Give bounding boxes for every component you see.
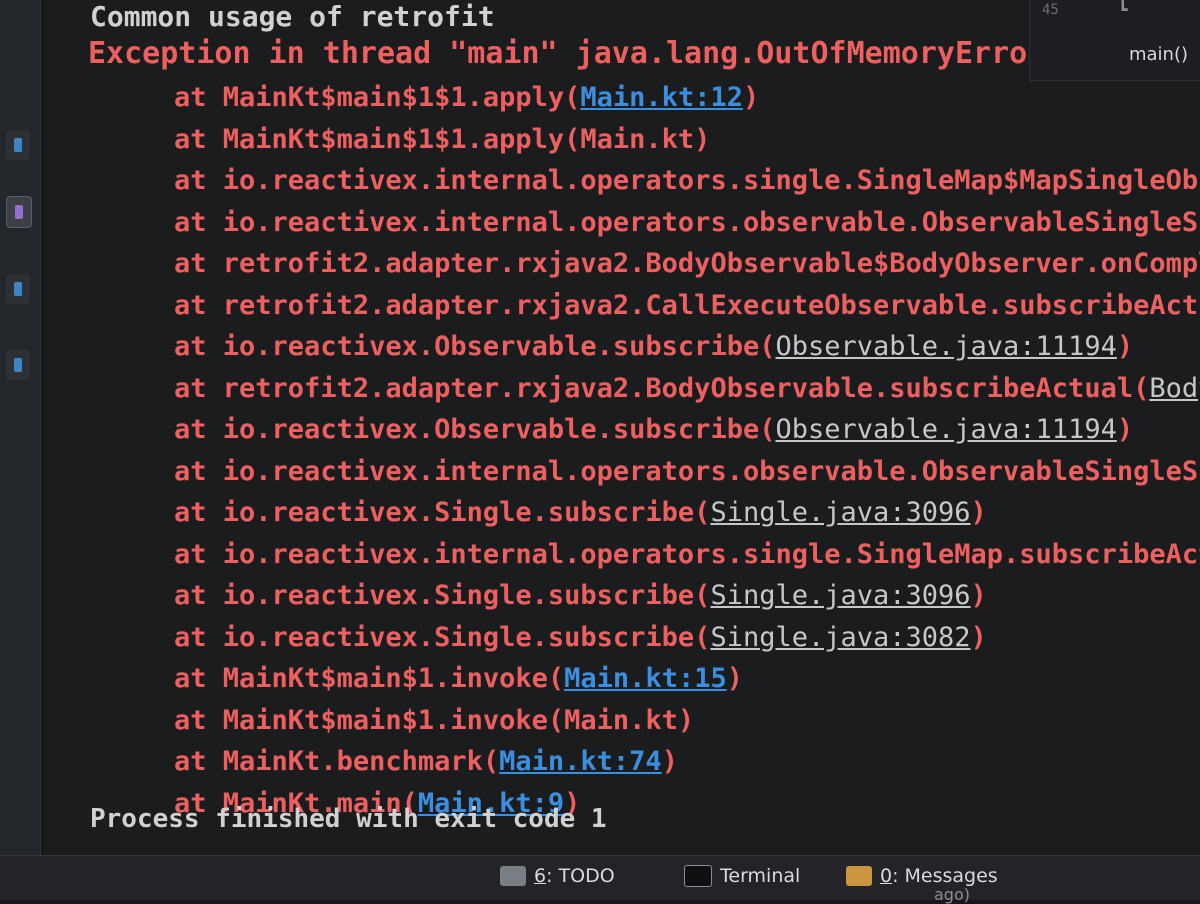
frame-text: MainKt$main$1.invoke(Main.kt): [222, 704, 695, 736]
frame-text: io.reactivex.Single.subscribe(: [222, 621, 711, 653]
frame-text: io.reactivex.Single.subscribe(: [222, 497, 711, 528]
at-keyword: at: [174, 455, 207, 487]
frame-text: io.reactivex.internal.operators.observab…: [222, 206, 1200, 238]
frame-text: io.reactivex.internal.operators.single.S…: [222, 165, 1200, 196]
frame-text: io.reactivex.Single.subscribe(: [222, 580, 711, 611]
library-source-link[interactable]: Observable.java:11194: [775, 331, 1116, 362]
stack-frame: at io.reactivex.internal.operators.singl…: [174, 539, 1200, 570]
frame-text: io.reactivex.internal.operators.observab…: [222, 455, 1200, 487]
tool-icon: [15, 205, 23, 219]
library-source-link[interactable]: Observable.java:11194: [775, 414, 1116, 445]
tool-icon: [14, 282, 22, 296]
stack-frame: at MainKt$main$1.invoke(Main.kt:15): [174, 663, 743, 694]
todo-hotkey: 6: [534, 865, 547, 887]
todo-label: : TODO: [546, 865, 615, 887]
stack-frame: at MainKt$main$1$1.apply(Main.kt:12): [174, 82, 759, 113]
stack-frame: at io.reactivex.Single.subscribe(Single.…: [174, 497, 987, 528]
stack-frame: at MainKt$main$1$1.apply(Main.kt): [174, 124, 710, 155]
structure-panel: 45 ┗ main(): [1029, 0, 1200, 81]
stack-frame: at io.reactivex.internal.operators.obser…: [174, 207, 1200, 238]
frame-text: retrofit2.adapter.rxjava2.BodyObservable…: [222, 248, 1200, 279]
stack-frame: at io.reactivex.internal.operators.obser…: [174, 456, 1200, 487]
frame-text: io.reactivex.internal.operators.single.S…: [222, 538, 1200, 570]
tool-icon: [14, 358, 22, 372]
stack-frame: at MainKt.benchmark(Main.kt:74): [174, 746, 678, 777]
gutter-tool-button-1[interactable]: [6, 130, 30, 160]
tool-icon: [14, 138, 22, 152]
terminal-label: Terminal: [720, 865, 801, 887]
tool-window-gutter: [0, 0, 41, 900]
stack-frame: at retrofit2.adapter.rxjava2.BodyObserva…: [174, 248, 1200, 279]
frame-text: MainKt$main$1$1.apply(: [222, 82, 581, 113]
frame-close: ): [970, 497, 987, 528]
frame-text: retrofit2.adapter.rxjava2.CallExecuteObs…: [222, 289, 1200, 321]
at-keyword: at: [174, 331, 207, 362]
todo-tab[interactable]: 6: TODO: [500, 865, 615, 887]
library-source-link[interactable]: Single.java:3096: [710, 580, 970, 611]
source-link[interactable]: Main.kt:15: [564, 663, 727, 694]
run-console[interactable]: Common usage of retrofit Exception in th…: [44, 0, 1200, 860]
frame-close: ): [726, 663, 743, 694]
todo-icon: [500, 866, 526, 886]
at-keyword: at: [174, 206, 207, 238]
frame-text: io.reactivex.Observable.subscribe(: [222, 331, 776, 362]
tool-window-bar: 6: TODO Terminal 0: Messages ago): [0, 855, 1200, 904]
frame-close: ): [970, 621, 987, 653]
gutter-tool-button-4[interactable]: [6, 350, 30, 380]
exception-message: Exception in thread "main" java.lang.Out…: [88, 36, 1046, 71]
at-keyword: at: [174, 538, 207, 570]
stack-frame: at io.reactivex.Observable.subscribe(Obs…: [174, 414, 1133, 445]
console-header: Common usage of retrofit: [90, 0, 495, 33]
messages-hotkey: 0: [880, 865, 893, 887]
at-keyword: at: [174, 621, 207, 653]
source-link[interactable]: Main.kt:74: [499, 746, 662, 777]
at-keyword: at: [174, 165, 207, 196]
at-keyword: at: [174, 414, 207, 445]
at-keyword: at: [174, 123, 207, 155]
frame-text: MainKt$main$1.invoke(: [222, 663, 565, 694]
line-number: 45: [1042, 2, 1059, 18]
status-timestamp: ago): [934, 885, 970, 904]
messages-tab[interactable]: 0: Messages: [846, 865, 998, 887]
at-keyword: at: [174, 372, 207, 404]
at-keyword: at: [174, 746, 207, 777]
at-keyword: at: [174, 497, 207, 528]
frame-close: ): [661, 746, 678, 777]
at-keyword: at: [174, 663, 207, 694]
at-keyword: at: [174, 289, 207, 321]
stack-frame: at io.reactivex.Single.subscribe(Single.…: [174, 580, 987, 611]
source-link[interactable]: Main.kt:12: [580, 82, 743, 113]
library-source-link[interactable]: BodyObserva: [1149, 373, 1200, 404]
frame-close: ): [1116, 414, 1134, 445]
hierarchy-icon: ┗: [1118, 0, 1128, 19]
frame-text: MainKt.benchmark(: [222, 746, 500, 777]
stack-frame: at io.reactivex.internal.operators.singl…: [174, 165, 1200, 196]
frame-text: MainKt$main$1$1.apply(Main.kt): [222, 123, 711, 155]
terminal-tab[interactable]: Terminal: [684, 865, 800, 887]
at-keyword: at: [174, 704, 207, 736]
gutter-tool-button-3[interactable]: [6, 274, 30, 304]
exit-message: Process finished with exit code 1: [90, 804, 607, 834]
messages-label: : Messages: [892, 865, 998, 887]
frame-text: io.reactivex.Observable.subscribe(: [222, 414, 776, 445]
at-keyword: at: [174, 248, 207, 279]
stack-frame: at MainKt$main$1.invoke(Main.kt): [174, 705, 694, 736]
library-source-link[interactable]: Single.java:3082: [710, 622, 970, 653]
frame-close: ): [1116, 331, 1134, 362]
console-output: Common usage of retrofit Exception in th…: [70, 0, 1200, 860]
library-source-link[interactable]: Single.java:3096: [710, 497, 970, 528]
stack-frame: at retrofit2.adapter.rxjava2.CallExecute…: [174, 290, 1200, 321]
frame-text: retrofit2.adapter.rxjava2.BodyObservable…: [222, 372, 1150, 404]
frame-close: ): [970, 580, 987, 611]
at-keyword: at: [174, 580, 207, 611]
messages-icon: [846, 866, 872, 886]
terminal-icon: [684, 865, 712, 887]
stack-frame: at retrofit2.adapter.rxjava2.BodyObserva…: [174, 373, 1200, 404]
function-breadcrumb[interactable]: main(): [1129, 44, 1188, 65]
at-keyword: at: [174, 82, 207, 113]
stack-frame: at io.reactivex.Single.subscribe(Single.…: [174, 622, 987, 653]
frame-close: ): [742, 82, 760, 113]
gutter-tool-button-2[interactable]: [6, 196, 32, 228]
stack-frame: at io.reactivex.Observable.subscribe(Obs…: [174, 331, 1133, 362]
